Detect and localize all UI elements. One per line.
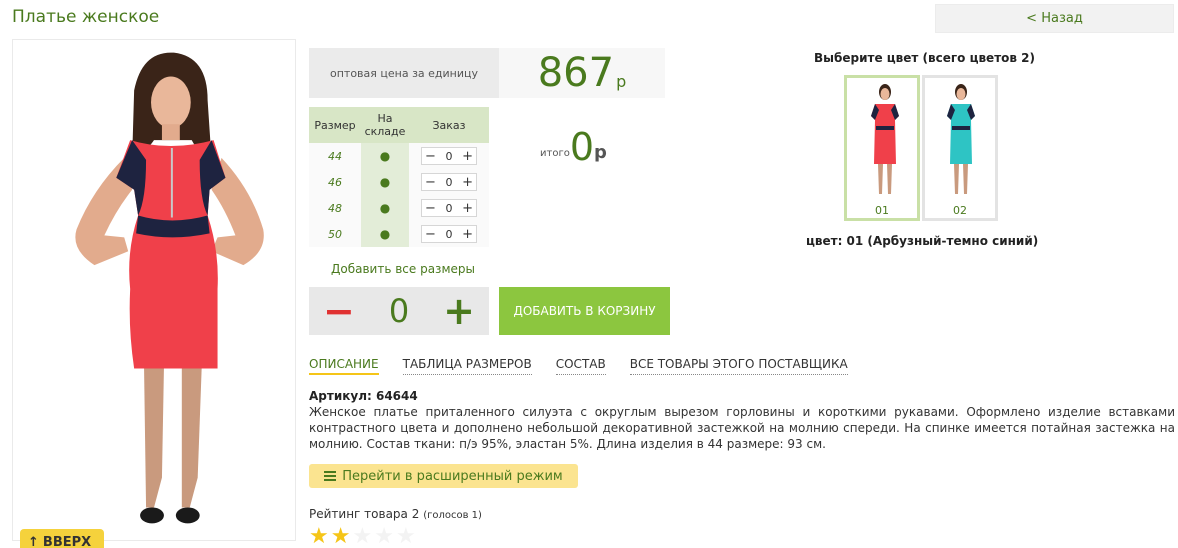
total-currency: р	[594, 142, 607, 163]
rating-votes: (голосов 1)	[423, 510, 482, 521]
rating-text: Рейтинг товара 2 (голосов 1)	[309, 507, 482, 521]
stock-indicator: ●	[361, 195, 409, 221]
scroll-top-button[interactable]: ↑ ВВЕРХ	[20, 529, 104, 548]
star-icon[interactable]: ★	[331, 526, 351, 548]
stepper-minus[interactable]: −	[425, 149, 436, 164]
total-label: итого	[540, 148, 570, 159]
stepper-plus[interactable]: +	[462, 201, 473, 216]
stepper-value[interactable]: 0	[446, 228, 453, 241]
add-to-cart-button[interactable]: ДОБАВИТЬ В КОРЗИНУ	[499, 287, 670, 335]
color-swatch-02[interactable]: 02	[922, 75, 998, 221]
stepper-plus[interactable]: +	[462, 175, 473, 190]
star-icon[interactable]: ★	[374, 526, 394, 548]
stepper-minus[interactable]: −	[425, 175, 436, 190]
product-tabs: ОПИСАНИЕ ТАБЛИЦА РАЗМЕРОВ СОСТАВ ВСЕ ТОВ…	[309, 357, 848, 375]
tab-composition[interactable]: СОСТАВ	[555, 357, 606, 375]
sizes-table: Размер На складе Заказ 44 ● −0 + 46 ● −0 +…	[309, 107, 489, 247]
size-row: 44 ● −0 +	[309, 143, 489, 169]
extended-mode-label: Перейти в расширенный режим	[342, 468, 563, 484]
star-icon[interactable]: ★	[309, 526, 329, 548]
stock-indicator: ●	[361, 221, 409, 247]
tab-supplier-products[interactable]: ВСЕ ТОВАРЫ ЭТОГО ПОСТАВЩИКА	[629, 357, 848, 375]
article-number: Артикул: 64644	[309, 389, 418, 403]
total-value: 0	[569, 125, 595, 169]
stepper-value[interactable]: 0	[446, 202, 453, 215]
model-illustration	[13, 40, 295, 540]
stepper-minus[interactable]: −	[425, 201, 436, 216]
dress-thumbnail-icon	[871, 84, 899, 194]
rating-label: Рейтинг товара 2	[309, 507, 420, 521]
order-stepper[interactable]: −0 +	[421, 225, 477, 243]
price-number: 867	[537, 50, 615, 96]
extended-mode-button[interactable]: Перейти в расширенный режим	[309, 464, 578, 488]
size-value: 44	[309, 143, 361, 169]
selected-color-caption: цвет: 01 (Арбузный-темно синий)	[806, 234, 1039, 248]
dress-thumbnail-icon	[947, 84, 975, 194]
color-swatch-01[interactable]: 01	[844, 75, 920, 221]
stock-indicator: ●	[361, 143, 409, 169]
size-value: 46	[309, 169, 361, 195]
stepper-minus[interactable]: −	[425, 227, 436, 242]
quantity-minus-button[interactable]: −	[323, 292, 355, 330]
product-description: Женское платье приталенного силуэта с ок…	[309, 405, 1175, 451]
swatch-number: 01	[875, 204, 889, 217]
quantity-value[interactable]: 0	[389, 292, 409, 330]
star-icon[interactable]: ★	[396, 526, 416, 548]
order-stepper[interactable]: −0 +	[421, 173, 477, 191]
col-order: Заказ	[409, 107, 489, 143]
price-box: оптовая цена за единицу 867 р	[309, 48, 665, 98]
tab-size-table[interactable]: ТАБЛИЦА РАЗМЕРОВ	[402, 357, 532, 375]
swatch-number: 02	[953, 204, 967, 217]
stepper-plus[interactable]: +	[462, 149, 473, 164]
quantity-stepper: − 0 +	[309, 287, 489, 335]
size-value: 50	[309, 221, 361, 247]
page-title: Платье женское	[12, 7, 160, 27]
arrow-up-icon: ↑	[28, 535, 39, 548]
size-row: 50 ● −0 +	[309, 221, 489, 247]
stepper-value[interactable]: 0	[446, 150, 453, 163]
rating-stars[interactable]: ★ ★ ★ ★ ★	[309, 526, 416, 548]
size-row: 48 ● −0 +	[309, 195, 489, 221]
star-icon[interactable]: ★	[352, 526, 372, 548]
col-size: Размер	[309, 107, 361, 143]
stepper-value[interactable]: 0	[446, 176, 453, 189]
order-stepper[interactable]: −0 +	[421, 199, 477, 217]
col-stock: На складе	[361, 107, 409, 143]
tab-description[interactable]: ОПИСАНИЕ	[309, 357, 379, 375]
back-button[interactable]: < Назад	[935, 4, 1174, 33]
product-photo[interactable]	[12, 39, 296, 541]
add-all-sizes-link[interactable]: Добавить все размеры	[331, 262, 475, 276]
order-stepper[interactable]: −0 +	[421, 147, 477, 165]
order-total: итого 0 р	[540, 128, 607, 166]
list-icon	[324, 471, 337, 481]
stepper-plus[interactable]: +	[462, 227, 473, 242]
stock-indicator: ●	[361, 169, 409, 195]
price-currency: р	[616, 71, 627, 91]
price-label: оптовая цена за единицу	[309, 48, 499, 98]
size-row: 46 ● −0 +	[309, 169, 489, 195]
quantity-plus-button[interactable]: +	[443, 292, 475, 330]
color-heading: Выберите цвет (всего цветов 2)	[814, 51, 1035, 65]
size-value: 48	[309, 195, 361, 221]
price-value: 867 р	[499, 48, 665, 98]
